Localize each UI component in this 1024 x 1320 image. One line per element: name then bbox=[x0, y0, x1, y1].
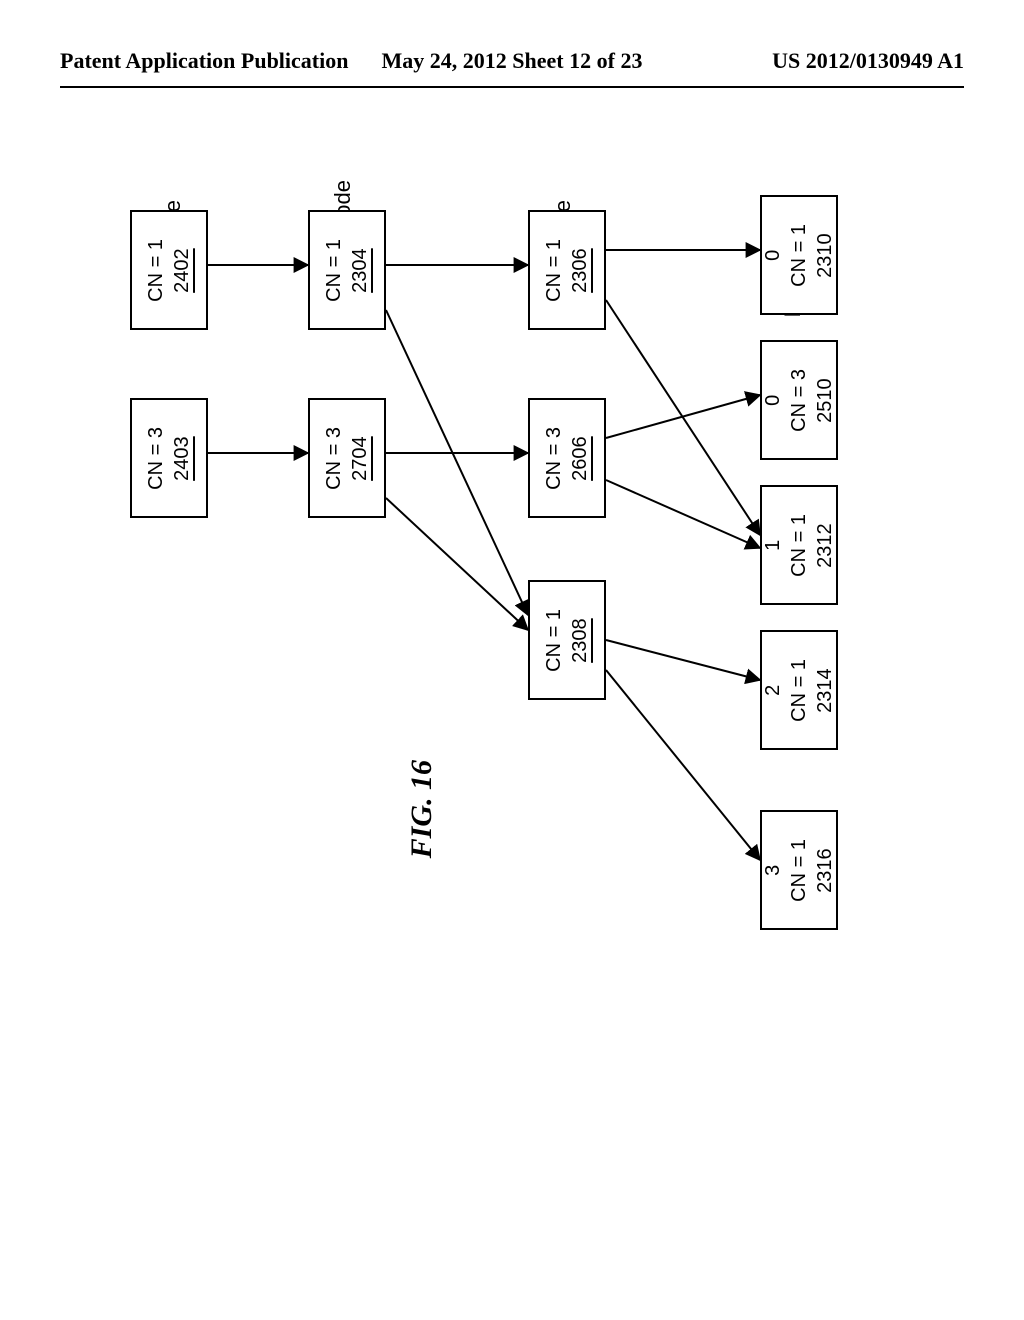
node-cn: CN = 1 bbox=[788, 224, 810, 287]
node-cn: CN = 3 bbox=[788, 369, 810, 432]
node-idx: 0 bbox=[762, 394, 784, 405]
node-direct-2306: CN = 1 2306 bbox=[528, 210, 606, 330]
node-ref: 2402 bbox=[171, 248, 193, 293]
node-ref: 2310 bbox=[814, 233, 836, 278]
node-data-2310: 0 CN = 1 2310 bbox=[760, 195, 838, 315]
node-ref: 2510 bbox=[814, 378, 836, 423]
node-cn: CN = 1 bbox=[145, 239, 167, 302]
node-root-2402: CN = 1 2402 bbox=[130, 210, 208, 330]
figure-16-diagram: Root Onode Indirect Onode Direct Onode D… bbox=[60, 140, 964, 1240]
node-ref: 2306 bbox=[569, 248, 591, 293]
node-idx: 0 bbox=[762, 249, 784, 260]
header-mid: May 24, 2012 Sheet 12 of 23 bbox=[0, 48, 1024, 74]
node-ref: 2316 bbox=[814, 848, 836, 893]
node-ref: 2312 bbox=[814, 523, 836, 568]
node-cn: CN = 1 bbox=[323, 239, 345, 302]
patent-page: May 24, 2012 Sheet 12 of 23 Patent Appli… bbox=[0, 0, 1024, 1320]
node-ref: 2304 bbox=[349, 248, 371, 293]
node-data-2312: 1 CN = 1 2312 bbox=[760, 485, 838, 605]
node-idx: 1 bbox=[762, 539, 784, 550]
node-data-2510: 0 CN = 3 2510 bbox=[760, 340, 838, 460]
node-indirect-2704: CN = 3 2704 bbox=[308, 398, 386, 518]
node-data-2314: 2 CN = 1 2314 bbox=[760, 630, 838, 750]
node-cn: CN = 3 bbox=[323, 427, 345, 490]
node-indirect-2304: CN = 1 2304 bbox=[308, 210, 386, 330]
node-cn: CN = 3 bbox=[145, 427, 167, 490]
node-cn: CN = 3 bbox=[543, 427, 565, 490]
node-root-2403: CN = 3 2403 bbox=[130, 398, 208, 518]
node-idx: 2 bbox=[762, 684, 784, 695]
node-ref: 2704 bbox=[349, 436, 371, 481]
node-direct-2606: CN = 3 2606 bbox=[528, 398, 606, 518]
node-direct-2308: CN = 1 2308 bbox=[528, 580, 606, 700]
figure-label: FIG. 16 bbox=[405, 760, 439, 858]
node-idx: 3 bbox=[762, 864, 784, 875]
node-cn: CN = 1 bbox=[788, 514, 810, 577]
node-data-2316: 3 CN = 1 2316 bbox=[760, 810, 838, 930]
node-ref: 2403 bbox=[171, 436, 193, 481]
node-ref: 2606 bbox=[569, 436, 591, 481]
node-ref: 2314 bbox=[814, 668, 836, 713]
node-ref: 2308 bbox=[569, 618, 591, 663]
node-cn: CN = 1 bbox=[788, 839, 810, 902]
page-header: May 24, 2012 Sheet 12 of 23 Patent Appli… bbox=[0, 48, 1024, 82]
node-cn: CN = 1 bbox=[543, 609, 565, 672]
node-cn: CN = 1 bbox=[788, 659, 810, 722]
node-cn: CN = 1 bbox=[543, 239, 565, 302]
